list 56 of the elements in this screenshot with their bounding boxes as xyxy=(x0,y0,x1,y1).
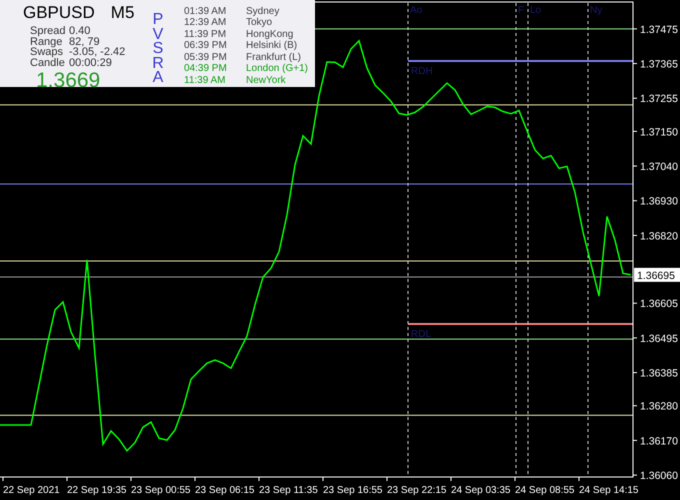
session-label: Ny xyxy=(590,5,602,16)
session-city: Helsinki (B) xyxy=(246,41,298,52)
price-tick: 1.36605 xyxy=(640,298,678,310)
level-label: RDL xyxy=(411,329,432,340)
stat-value: 00:00:29 xyxy=(69,58,113,68)
current-price-label: 1.36695 xyxy=(634,268,680,282)
time-tick: 24 Sep 03:35 xyxy=(451,485,510,496)
price-tick: 1.37040 xyxy=(640,161,678,174)
time-tick: 23 Sep 06:15 xyxy=(195,485,254,496)
time-tick: 23 Sep 11:35 xyxy=(259,485,318,496)
price-tick: 1.37150 xyxy=(640,126,678,138)
bid-price: 1.3669 xyxy=(36,70,102,92)
indicator-name: PVSRA xyxy=(151,13,165,87)
price-tick: 1.36170 xyxy=(640,435,678,448)
stat-label: Range xyxy=(30,36,62,47)
timeframe-label: M5 xyxy=(110,4,134,21)
level-label: RDH xyxy=(411,66,433,78)
session-city: Frankfurt (L) xyxy=(246,52,302,64)
session-label: Ao xyxy=(410,5,422,16)
session-time: 04:39 PM xyxy=(184,64,228,76)
time-tick: 23 Sep 00:55 xyxy=(131,485,190,496)
price-tick: 1.36060 xyxy=(640,470,678,482)
time-tick: 24 Sep 08:55 xyxy=(515,485,574,496)
price-tick: 1.37255 xyxy=(640,93,678,106)
stat-value: -3.05, -2.42 xyxy=(69,47,126,58)
stat-value: 0.40 xyxy=(69,26,92,36)
session-time: 06:39 PM xyxy=(184,41,228,53)
session-city: London (G+1) xyxy=(246,64,308,76)
time-tick: 23 Sep 22:15 xyxy=(387,485,446,496)
stat-label: Swaps xyxy=(30,47,64,58)
price-tick: 1.36495 xyxy=(640,332,678,345)
price-tick: 1.36280 xyxy=(640,400,678,413)
time-tick: 24 Sep 14:15 xyxy=(579,485,638,496)
price-tick: 1.36385 xyxy=(640,368,678,380)
session-time: 12:39 AM xyxy=(184,18,228,30)
stat-value: 82, 79 xyxy=(69,36,100,47)
session-label: Lo xyxy=(530,5,542,16)
symbol-label: GBPUSD xyxy=(23,4,95,21)
stat-label: Candle xyxy=(30,58,66,68)
session-time: 11:39 PM xyxy=(184,30,228,41)
session-time: 01:39 AM xyxy=(184,7,228,18)
price-tick: 1.36820 xyxy=(640,230,678,242)
price-tick: 1.37475 xyxy=(640,24,678,36)
session-city: Sydney xyxy=(246,7,280,18)
session-city: NewYork xyxy=(246,76,287,87)
session-city: HongKong xyxy=(246,30,294,40)
session-time: 11:39 AM xyxy=(184,76,227,87)
price-tick: 1.37365 xyxy=(640,58,678,71)
time-tick: 22 Sep 2021 xyxy=(3,485,60,496)
price-tick: 1.36930 xyxy=(640,196,678,208)
session-time: 05:39 PM xyxy=(184,52,228,64)
stat-label: Spread xyxy=(30,26,66,36)
session-city: Tokyo xyxy=(246,18,274,30)
time-tick: 23 Sep 16:55 xyxy=(323,485,382,496)
time-tick: 22 Sep 19:35 xyxy=(67,485,126,496)
session-label: F xyxy=(518,5,524,16)
